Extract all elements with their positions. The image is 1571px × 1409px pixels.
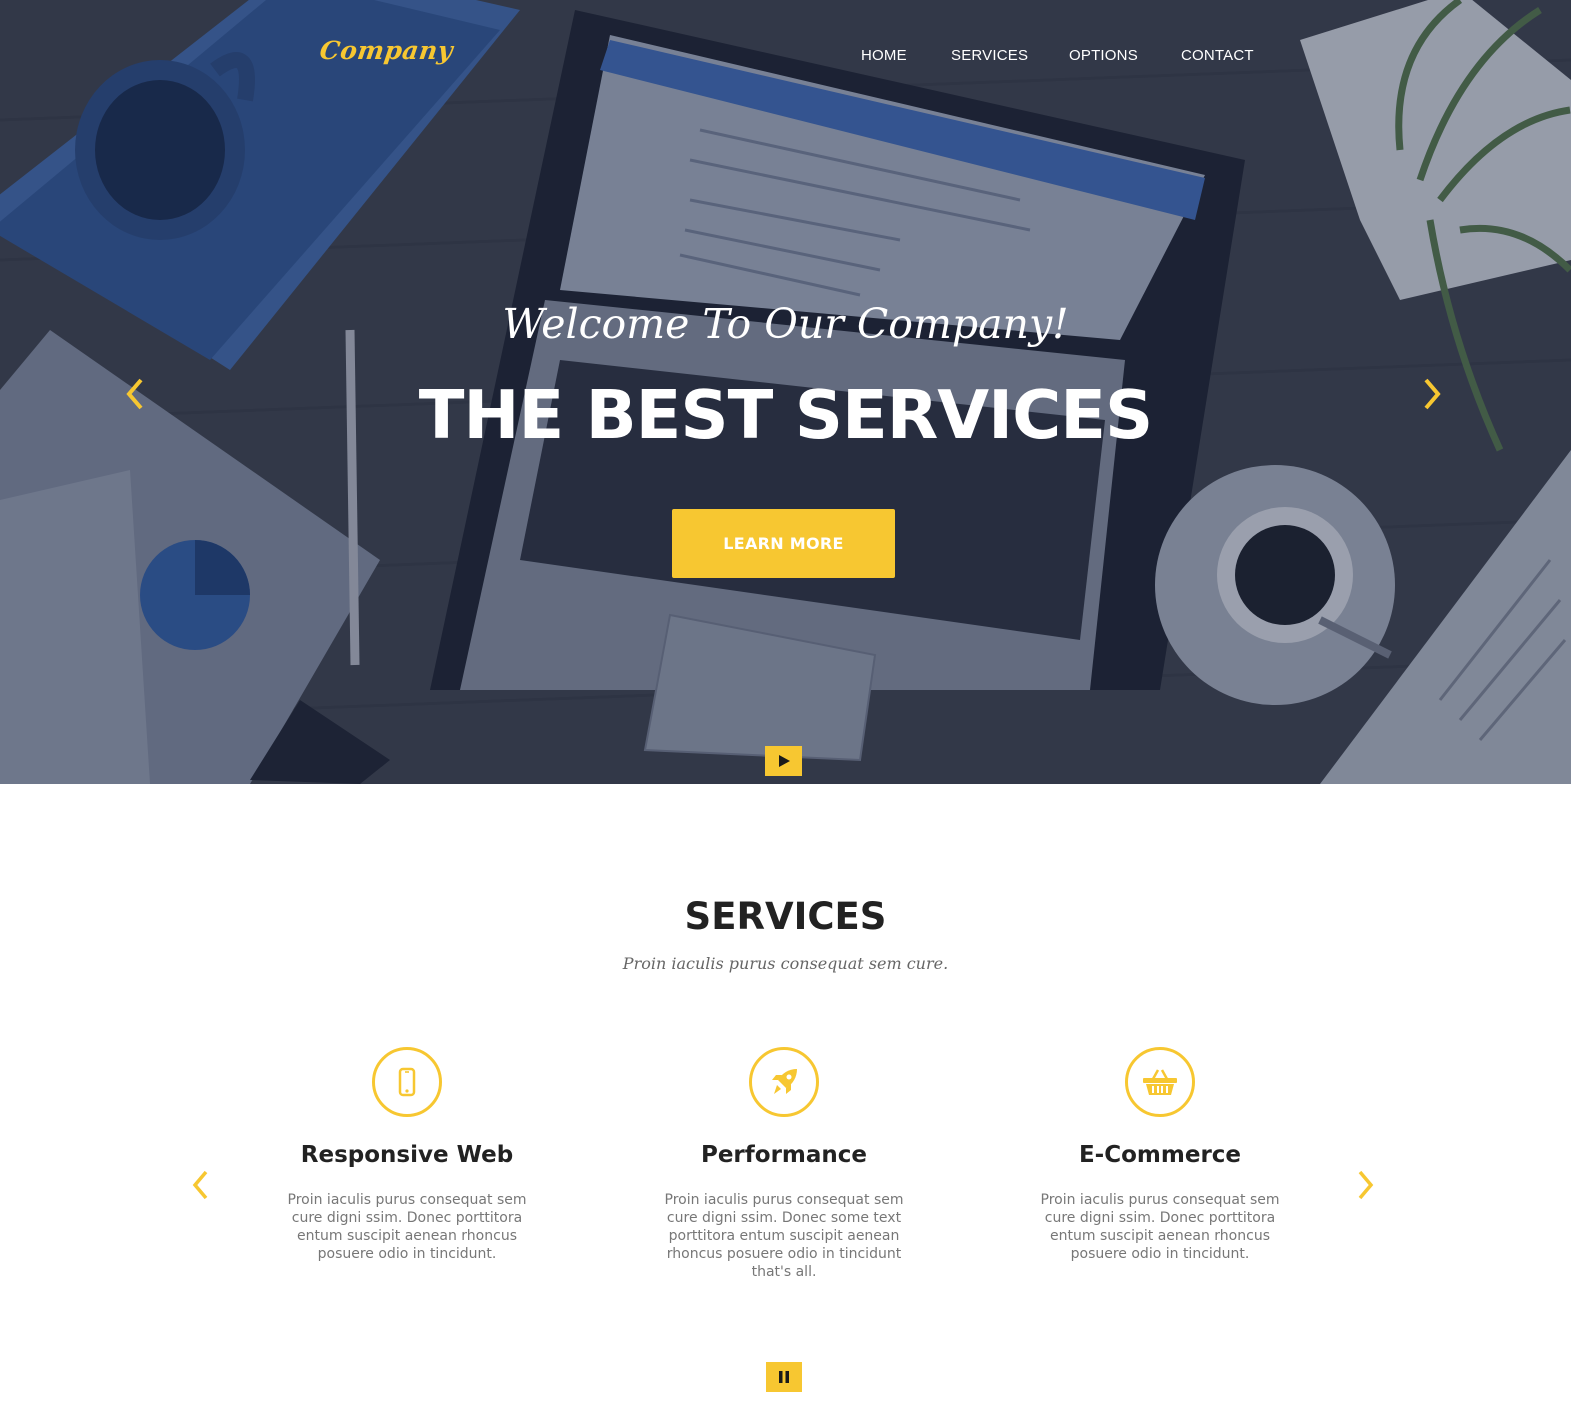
service-card-e-commerce: E-Commerce Proin iaculis purus consequat… <box>1030 1047 1290 1263</box>
service-description: Proin iaculis purus consequat sem cure d… <box>1040 1192 1280 1262</box>
hero-play-button[interactable] <box>765 746 802 776</box>
service-icon-circle <box>1125 1047 1195 1117</box>
service-card-responsive-web: Responsive Web Proin iaculis purus conse… <box>277 1047 537 1263</box>
hero-welcome-text: Welcome To Our Company! <box>502 300 1069 348</box>
pause-icon <box>779 1371 789 1383</box>
service-title: E-Commerce <box>1078 1142 1242 1168</box>
company-logo[interactable]: Company <box>318 36 455 65</box>
services-title: SERVICES <box>684 895 887 938</box>
hero-headline: THE BEST SERVICES <box>418 376 1154 454</box>
chevron-right-icon <box>1358 1170 1374 1200</box>
nav-services[interactable]: SERVICES <box>951 47 1028 64</box>
nav-options[interactable]: OPTIONS <box>1069 47 1138 64</box>
hero-banner: Company HOME SERVICES OPTIONS CONTACT We… <box>0 0 1571 784</box>
mobile-phone-icon <box>398 1067 416 1097</box>
services-prev-button[interactable] <box>190 1169 210 1201</box>
chevron-left-icon <box>192 1170 208 1200</box>
service-description: Proin iaculis purus consequat sem cure d… <box>287 1192 527 1262</box>
rocket-icon <box>772 1069 797 1094</box>
learn-more-button[interactable]: LEARN MORE <box>672 509 895 578</box>
shopping-basket-icon <box>1143 1069 1177 1095</box>
play-icon <box>778 755 790 767</box>
service-card-performance: Performance Proin iaculis purus consequa… <box>654 1047 914 1281</box>
service-icon-circle <box>372 1047 442 1117</box>
service-icon-circle <box>749 1047 819 1117</box>
services-next-button[interactable] <box>1356 1169 1376 1201</box>
services-pause-button[interactable] <box>766 1362 802 1392</box>
nav-contact[interactable]: CONTACT <box>1181 47 1254 64</box>
nav-home[interactable]: HOME <box>861 47 907 64</box>
service-title: Performance <box>700 1142 868 1168</box>
services-subtitle: Proin iaculis purus consequat sem cure. <box>622 954 949 973</box>
service-description: Proin iaculis purus consequat sem cure d… <box>664 1192 904 1280</box>
service-title: Responsive Web <box>300 1142 514 1168</box>
